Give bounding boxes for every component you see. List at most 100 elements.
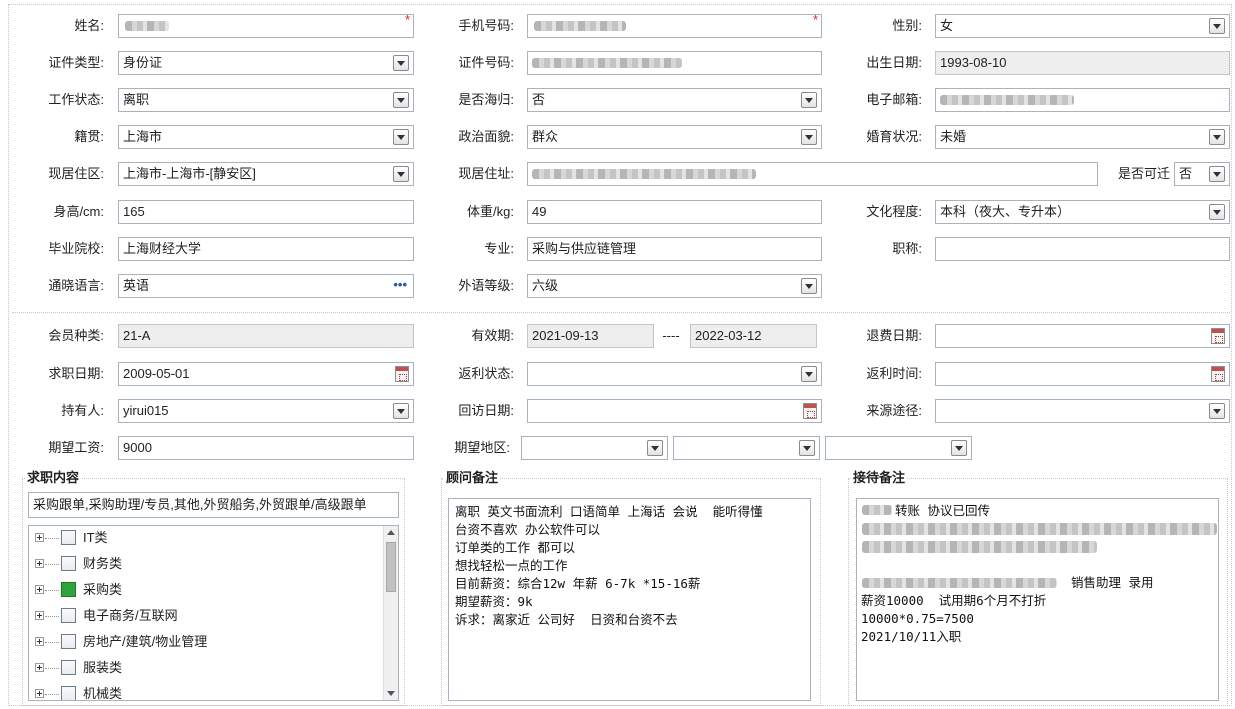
rebate-time-field[interactable] [935, 362, 1230, 386]
region-city-select[interactable] [673, 436, 820, 460]
id-type-select[interactable]: 身份证 [118, 51, 414, 75]
chevron-down-icon[interactable] [1209, 129, 1225, 145]
checkbox[interactable] [61, 556, 76, 571]
chevron-down-icon[interactable] [393, 92, 409, 108]
reception-notes-textarea[interactable]: 转账 协议已回传 销售助理 录用 薪资10000 试用期6个月不打折 10000… [856, 498, 1219, 701]
gender-select[interactable]: 女 [935, 14, 1230, 38]
member-type-field[interactable]: 21-A [118, 324, 414, 348]
phone-field[interactable]: * [527, 14, 822, 38]
expand-icon[interactable] [35, 637, 44, 646]
school-field[interactable]: 上海财经大学 [118, 237, 414, 261]
political-label: 政治面貌: [458, 129, 514, 144]
political-select[interactable]: 群众 [527, 125, 822, 149]
checkbox[interactable] [61, 686, 76, 700]
calendar-icon[interactable] [803, 403, 817, 419]
height-field[interactable]: 165 [118, 200, 414, 224]
source-label: 来源途径: [866, 403, 922, 418]
chevron-down-icon[interactable] [393, 55, 409, 71]
language-field[interactable]: 英语 ••• [118, 274, 414, 298]
checkbox[interactable] [61, 660, 76, 675]
marital-select[interactable]: 未婚 [935, 125, 1230, 149]
expand-icon[interactable] [35, 663, 44, 672]
expand-icon[interactable] [35, 585, 44, 594]
chevron-down-icon[interactable] [801, 366, 817, 382]
visit-date-field[interactable] [527, 399, 822, 423]
expand-icon[interactable] [35, 689, 44, 698]
address-field[interactable] [527, 162, 1098, 186]
chevron-down-icon[interactable] [1209, 18, 1225, 34]
chevron-down-icon[interactable] [1209, 166, 1225, 182]
edu-select[interactable]: 本科（夜大、专升本） [935, 200, 1230, 224]
region-province-select[interactable] [521, 436, 668, 460]
refund-date-field[interactable] [935, 324, 1230, 348]
valid-to-field[interactable]: 2022-03-12 [690, 324, 817, 348]
weight-field[interactable]: 49 [527, 200, 822, 224]
consultant-notes-textarea[interactable]: 离职 英文书面流利 口语简单 上海话 会说 能听得懂 台资不喜欢 办公软件可以 … [448, 498, 811, 701]
id-no-field[interactable] [527, 51, 822, 75]
region-district-select[interactable] [825, 436, 972, 460]
relocate-label: 是否可迁 [1117, 166, 1170, 181]
more-options-icon[interactable]: ••• [393, 276, 407, 294]
job-category-tree[interactable]: IT类 财务类 采购类 电子商务/互联网 房地产/建筑/物业管理 服装类 机械类 [28, 525, 399, 701]
rebate-status-select[interactable] [527, 362, 822, 386]
member-type-label: 会员种类: [48, 328, 104, 343]
area-select[interactable]: 上海市-上海市-[静安区] [118, 162, 414, 186]
checkbox[interactable] [61, 634, 76, 649]
scroll-thumb[interactable] [386, 542, 396, 592]
chevron-down-icon[interactable] [801, 92, 817, 108]
checkbox-checked[interactable] [61, 582, 76, 597]
scroll-up-icon[interactable] [387, 530, 395, 535]
overseas-select[interactable]: 否 [527, 88, 822, 112]
valid-from-field[interactable]: 2021-09-13 [527, 324, 654, 348]
apply-date-field[interactable]: 2009-05-01 [118, 362, 414, 386]
checkbox[interactable] [61, 608, 76, 623]
expand-icon[interactable] [35, 533, 44, 542]
reception-line: 转账 协议已回传 [895, 503, 991, 518]
native-select[interactable]: 上海市 [118, 125, 414, 149]
phone-label: 手机号码: [458, 18, 514, 33]
major-field[interactable]: 采购与供应链管理 [527, 237, 822, 261]
chevron-down-icon[interactable] [393, 129, 409, 145]
chevron-down-icon[interactable] [1209, 403, 1225, 419]
job-summary-value: 采购跟单,采购助理/专员,其他,外贸船务,外贸跟单/高级跟单 [33, 497, 367, 512]
major-label: 专业: [484, 241, 514, 256]
salary-field[interactable]: 9000 [118, 436, 414, 460]
chevron-down-icon[interactable] [1209, 204, 1225, 220]
title-field[interactable] [935, 237, 1230, 261]
relocate-value: 否 [1179, 166, 1193, 181]
source-select[interactable] [935, 399, 1230, 423]
job-summary-field[interactable]: 采购跟单,采购助理/专员,其他,外贸船务,外贸跟单/高级跟单 [28, 492, 399, 518]
expand-icon[interactable] [35, 559, 44, 568]
birth-field[interactable]: 1993-08-10 [935, 51, 1230, 75]
work-status-select[interactable]: 离职 [118, 88, 414, 112]
holder-select[interactable]: yirui015 [118, 399, 414, 423]
chevron-down-icon[interactable] [393, 166, 409, 182]
chevron-down-icon[interactable] [393, 403, 409, 419]
name-field[interactable]: * [118, 14, 414, 38]
height-label: 身高/cm: [53, 204, 104, 219]
expand-icon[interactable] [35, 611, 44, 620]
chevron-down-icon[interactable] [951, 440, 967, 456]
salary-label: 期望工资: [48, 440, 104, 455]
calendar-icon[interactable] [1211, 328, 1225, 344]
email-field[interactable] [935, 88, 1230, 112]
calendar-icon[interactable] [1211, 366, 1225, 382]
title-label: 职称: [892, 241, 922, 256]
tree-node-label: 电子商务/互联网 [83, 608, 178, 623]
tree-scrollbar[interactable] [383, 526, 398, 700]
chevron-down-icon[interactable] [799, 440, 815, 456]
scroll-down-icon[interactable] [387, 691, 395, 696]
overseas-label: 是否海归: [458, 92, 514, 107]
relocate-select[interactable]: 否 [1174, 162, 1230, 186]
visit-date-label: 回访日期: [458, 403, 514, 418]
checkbox[interactable] [61, 530, 76, 545]
calendar-icon[interactable] [395, 366, 409, 382]
lang-level-select[interactable]: 六级 [527, 274, 822, 298]
political-value: 群众 [532, 129, 559, 144]
redacted-text [125, 21, 169, 31]
native-label: 籍贯: [74, 129, 104, 144]
native-value: 上海市 [123, 129, 163, 144]
chevron-down-icon[interactable] [801, 129, 817, 145]
chevron-down-icon[interactable] [647, 440, 663, 456]
chevron-down-icon[interactable] [801, 278, 817, 294]
